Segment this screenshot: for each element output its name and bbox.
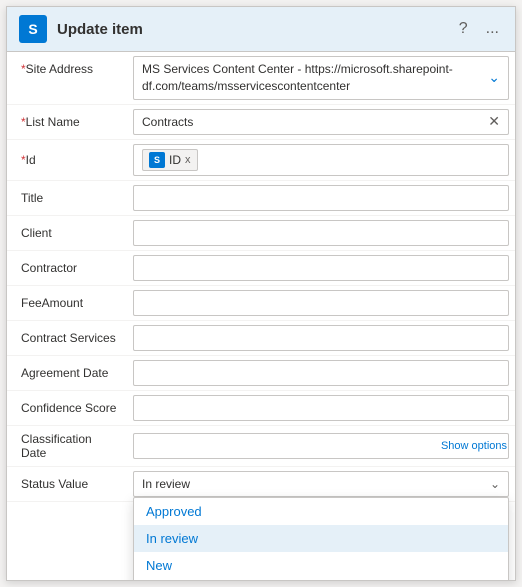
site-address-chevron-icon: ⌄ (488, 68, 500, 88)
fee-amount-input[interactable] (133, 290, 509, 316)
status-dropdown-popup: Approved In review New Rejected Enter cu… (133, 497, 509, 580)
client-field (127, 216, 515, 250)
classification-date-row: Classification Date Show options (7, 426, 515, 467)
id-chip-remove-icon[interactable]: x (185, 154, 191, 166)
update-item-dialog: S Update item ? ... Site Address MS Serv… (6, 6, 516, 581)
site-address-row: Site Address MS Services Content Center … (7, 52, 515, 105)
agreement-date-field (127, 356, 515, 390)
agreement-date-input[interactable] (133, 360, 509, 386)
dropdown-option-approved[interactable]: Approved (134, 498, 508, 525)
contractor-field (127, 251, 515, 285)
fee-amount-row: FeeAmount (7, 286, 515, 321)
id-input[interactable]: S ID x (133, 144, 509, 176)
id-chip-label: ID (169, 153, 181, 167)
contract-services-row: Contract Services (7, 321, 515, 356)
classification-date-field: Show options (127, 426, 515, 466)
status-value-field: In review ⌄ Approved In review New Rejec… (127, 467, 515, 501)
id-field: S ID x (127, 140, 515, 180)
dialog-header: S Update item ? ... (7, 7, 515, 52)
id-chip-icon: S (149, 152, 165, 168)
client-row: Client (7, 216, 515, 251)
dialog-title: Update item (57, 21, 455, 38)
agreement-date-label: Agreement Date (7, 356, 127, 390)
contract-services-field (127, 321, 515, 355)
site-address-value: MS Services Content Center - https://mic… (142, 61, 480, 95)
site-address-dropdown[interactable]: MS Services Content Center - https://mic… (133, 56, 509, 100)
id-label: Id (7, 140, 127, 180)
contractor-input[interactable] (133, 255, 509, 281)
classification-date-label: Classification Date (7, 426, 127, 466)
title-label: Title (7, 181, 127, 215)
list-name-field: Contracts ✕ (127, 105, 515, 139)
list-name-dropdown[interactable]: Contracts ✕ (133, 109, 509, 135)
status-dropdown-container: In review ⌄ Approved In review New Rejec… (133, 471, 509, 497)
confidence-score-row: Confidence Score (7, 391, 515, 426)
client-input[interactable] (133, 220, 509, 246)
title-field (127, 181, 515, 215)
dropdown-option-new[interactable]: New (134, 552, 508, 579)
list-name-value: Contracts (142, 115, 193, 129)
confidence-score-field (127, 391, 515, 425)
contractor-row: Contractor (7, 251, 515, 286)
confidence-score-input[interactable] (133, 395, 509, 421)
id-chip: S ID x (142, 149, 198, 171)
contractor-label: Contractor (7, 251, 127, 285)
dialog-body: Site Address MS Services Content Center … (7, 52, 515, 580)
list-name-clear-icon[interactable]: ✕ (488, 113, 500, 130)
fee-amount-label: FeeAmount (7, 286, 127, 320)
help-button[interactable]: ? (455, 18, 472, 40)
confidence-score-label: Confidence Score (7, 391, 127, 425)
contract-services-input[interactable] (133, 325, 509, 351)
app-icon: S (19, 15, 47, 43)
site-address-label: Site Address (7, 52, 127, 82)
status-chevron-icon: ⌄ (490, 477, 500, 491)
client-label: Client (7, 216, 127, 250)
id-row: Id S ID x (7, 140, 515, 181)
status-dropdown[interactable]: In review ⌄ (133, 471, 509, 497)
status-dropdown-value: In review (142, 477, 190, 491)
dropdown-option-in-review[interactable]: In review (134, 525, 508, 552)
more-button[interactable]: ... (482, 18, 503, 40)
site-address-field: MS Services Content Center - https://mic… (127, 52, 515, 104)
header-actions: ? ... (455, 18, 503, 40)
title-input[interactable] (133, 185, 509, 211)
status-value-label: Status Value (7, 467, 127, 501)
contract-services-label: Contract Services (7, 321, 127, 355)
show-options-link[interactable]: Show options (441, 440, 507, 452)
agreement-date-row: Agreement Date (7, 356, 515, 391)
list-name-row: List Name Contracts ✕ (7, 105, 515, 140)
status-value-row: Status Value In review ⌄ Approved In rev… (7, 467, 515, 502)
title-row: Title (7, 181, 515, 216)
dropdown-option-rejected[interactable]: Rejected (134, 579, 508, 580)
list-name-label: List Name (7, 105, 127, 139)
fee-amount-field (127, 286, 515, 320)
